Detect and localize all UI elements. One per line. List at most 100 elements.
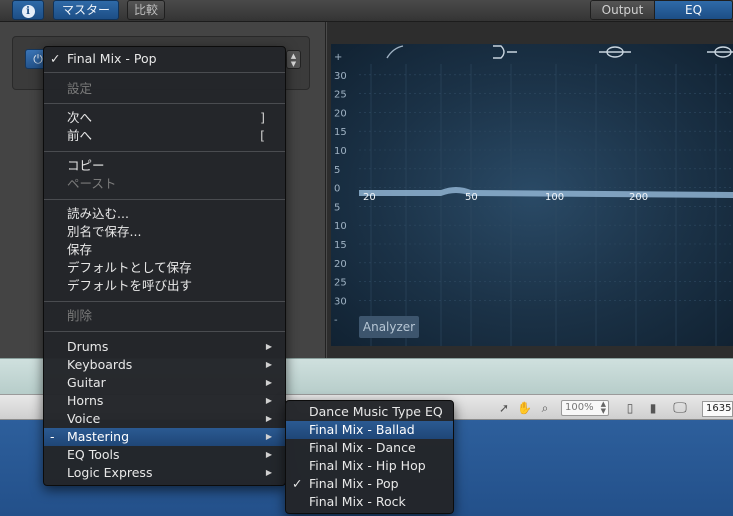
submenu-arrow-icon: ▶	[265, 378, 272, 387]
db-axis-label: -	[334, 315, 338, 326]
submenu-arrow-icon: ▶	[265, 414, 272, 423]
menu-separator	[44, 331, 285, 332]
menu-separator	[44, 151, 285, 152]
analyzer-button[interactable]: Analyzer	[359, 316, 419, 338]
menu-item-load[interactable]: 読み込む...	[44, 205, 285, 223]
shelf-handle-icon	[493, 45, 517, 59]
preset-stepper[interactable]: ▲ ▼	[286, 50, 301, 69]
menu-item-settings: 設定	[67, 81, 93, 96]
menu-item-label: EQ Tools	[67, 447, 120, 462]
menu-item-horns[interactable]: Horns ▶	[44, 392, 285, 410]
menu-item-label: Voice	[67, 411, 101, 426]
zoom-field[interactable]: 100% ▲ ▼	[561, 400, 609, 416]
shortcut-key: [	[260, 128, 265, 143]
frequency-axis-label: 100	[545, 192, 564, 203]
menu-item-label: Mastering	[67, 429, 130, 444]
submenu-arrow-icon: ▶	[265, 450, 272, 459]
small-view-icon[interactable]: ▯	[624, 400, 636, 416]
menu-item-delete: 削除	[67, 308, 93, 323]
pointer-tool-icon[interactable]: ➚	[497, 400, 511, 416]
eq-curve-canvas: +30252015105051015202530-20 50 100 200	[334, 45, 733, 346]
db-axis-label: 5	[334, 202, 340, 213]
menu-separator	[44, 72, 285, 73]
submenu-arrow-icon: ▶	[265, 432, 272, 441]
compare-button[interactable]: 比較	[127, 0, 165, 20]
menu-item-paste: ペースト	[67, 176, 117, 191]
db-axis-label: 25	[334, 278, 347, 289]
master-button[interactable]: マスター	[53, 0, 119, 20]
menu-item-current[interactable]: ✓ Final Mix - Pop	[44, 50, 285, 68]
menu-item-drums[interactable]: Drums ▶	[44, 338, 285, 356]
db-axis-label: 0	[334, 184, 340, 195]
db-axis-label: 10	[334, 146, 347, 157]
menu-item-recall-default[interactable]: デフォルトを呼び出す	[44, 277, 285, 295]
menu-item-label: Guitar	[67, 375, 106, 390]
preset-menu: ✓ Final Mix - Pop 設定 次へ ] 前へ [ コピー ペースト …	[43, 46, 286, 486]
zoom-tool-icon[interactable]: ⌕	[538, 400, 552, 416]
tab-output[interactable]: Output	[591, 1, 655, 19]
db-axis-label: 30	[334, 296, 347, 307]
plugin-toolbar: i マスター 比較 Output EQ	[0, 0, 733, 22]
menu-item-label: Horns	[67, 393, 104, 408]
db-axis-label: 5	[334, 165, 340, 176]
hand-tool-icon[interactable]: ✋	[517, 400, 532, 416]
menu-item-save[interactable]: 保存	[44, 241, 285, 259]
low-cut-handle-icon	[386, 45, 404, 59]
menu-item-previous[interactable]: 前へ [	[44, 127, 285, 145]
number-field[interactable]: 1635	[702, 401, 733, 417]
menu-item-logic-express[interactable]: Logic Express ▶	[44, 464, 285, 482]
info-button[interactable]: i	[12, 0, 44, 20]
db-axis-label: +	[334, 52, 342, 63]
menu-separator	[44, 199, 285, 200]
checkmark-icon: ✓	[50, 51, 61, 66]
eq-graph[interactable]: +30 25 20 15 10 5 0 5 10 15 20 25 30-20 50 100 200	[331, 44, 733, 346]
submenu-arrow-icon: ▶	[265, 396, 272, 405]
menu-item-next[interactable]: 次へ ]	[44, 109, 285, 127]
submenu-arrow-icon: ▶	[265, 342, 272, 351]
db-axis-label: 20	[334, 108, 347, 119]
stepper-arrows-icon: ▲ ▼	[600, 400, 606, 415]
menu-item-label: Final Mix - Pop	[309, 476, 399, 491]
active-marker: -	[50, 429, 55, 444]
monitor-icon[interactable]: 🖵	[670, 400, 690, 416]
menu-item-save-as[interactable]: 別名で保存...	[44, 223, 285, 241]
frequency-axis-label: 200	[629, 192, 648, 203]
submenu-item-ballad[interactable]: Final Mix - Ballad	[286, 421, 453, 439]
menu-item-copy[interactable]: コピー	[44, 157, 285, 175]
db-axis-label: 25	[334, 90, 347, 101]
menu-item-voice[interactable]: Voice ▶	[44, 410, 285, 428]
db-axis-label: 20	[334, 259, 347, 270]
submenu-arrow-icon: ▶	[265, 468, 272, 477]
db-axis-label: 30	[334, 71, 347, 82]
submenu-item-hip-hop[interactable]: Final Mix - Hip Hop	[286, 457, 453, 475]
menu-item-keyboards[interactable]: Keyboards ▶	[44, 356, 285, 374]
menu-separator	[44, 103, 285, 104]
frequency-axis-label: 20	[363, 192, 376, 203]
db-axis-label: 15	[334, 127, 347, 138]
submenu-item-rock[interactable]: Final Mix - Rock	[286, 493, 453, 511]
submenu-arrow-icon: ▶	[265, 360, 272, 369]
db-axis-label: 10	[334, 221, 347, 232]
frequency-axis-label: 50	[465, 192, 478, 203]
menu-item-save-default[interactable]: デフォルトとして保存	[44, 259, 285, 277]
shortcut-key: ]	[260, 110, 265, 125]
medium-view-icon[interactable]: ▮	[646, 400, 660, 416]
menu-item-label: Keyboards	[67, 357, 133, 372]
menu-item-eq-tools[interactable]: EQ Tools ▶	[44, 446, 285, 464]
menu-item-label: 次へ	[67, 110, 93, 125]
tab-eq[interactable]: EQ	[655, 1, 732, 19]
menu-item-label: 前へ	[67, 128, 93, 143]
submenu-item-dance-music[interactable]: Dance Music Type EQ	[286, 403, 453, 421]
menu-item-label: Final Mix - Pop	[67, 51, 157, 66]
zoom-value: 100%	[565, 402, 594, 413]
mastering-submenu: Dance Music Type EQ Final Mix - Ballad F…	[285, 400, 454, 514]
submenu-item-pop[interactable]: ✓ Final Mix - Pop	[286, 475, 453, 493]
menu-item-label: Drums	[67, 339, 109, 354]
checkmark-icon: ✓	[292, 476, 303, 491]
menu-separator	[44, 301, 285, 302]
menu-item-guitar[interactable]: Guitar ▶	[44, 374, 285, 392]
db-axis-label: 15	[334, 240, 347, 251]
menu-item-mastering[interactable]: - Mastering ▶	[44, 428, 285, 446]
submenu-item-dance[interactable]: Final Mix - Dance	[286, 439, 453, 457]
view-segmented-control: Output EQ	[590, 0, 733, 20]
